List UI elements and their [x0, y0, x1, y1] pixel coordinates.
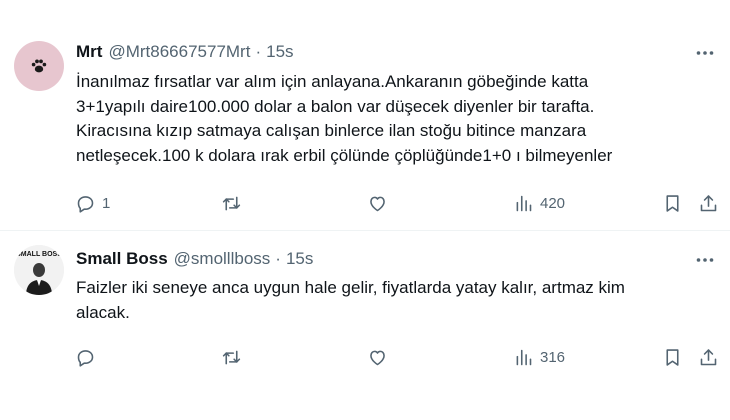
more-icon — [696, 258, 714, 262]
avatar-image: SMALL BOSS — [14, 245, 64, 295]
action-bar: 316 — [0, 345, 730, 369]
share-icon — [700, 348, 717, 365]
more-options-button[interactable] — [694, 249, 716, 271]
share-button[interactable] — [698, 191, 719, 215]
tweet-text-line: Faizler iki seneye anca uygun hale gelir… — [76, 278, 625, 297]
like-button[interactable] — [367, 345, 394, 369]
bookmark-icon — [666, 348, 679, 366]
avatar[interactable] — [14, 41, 64, 91]
tweet-text-line: 3+1yapılı daire100.000 dolar a balon var… — [76, 96, 595, 116]
timestamp[interactable]: 15s — [286, 249, 313, 269]
heart-icon — [370, 196, 385, 211]
views-button[interactable]: 420 — [513, 191, 565, 215]
view-count: 420 — [540, 194, 566, 212]
paw-icon — [31, 59, 47, 73]
tweet-text-line: Kiracısına kızıp satmaya calışan binlerc… — [76, 121, 587, 140]
like-button[interactable] — [367, 191, 394, 215]
bookmark-button[interactable] — [662, 191, 683, 215]
action-bar: 1 420 — [0, 191, 730, 215]
tweet[interactable]: SMALL BOSS Small Boss @smolllboss · 15s … — [0, 231, 730, 420]
author-name[interactable]: Mrt — [76, 42, 102, 62]
separator-dot: · — [255, 42, 262, 61]
separator-dot: · — [275, 249, 281, 268]
share-button[interactable] — [698, 345, 719, 369]
heart-icon — [370, 350, 385, 365]
reply-button[interactable]: 1 — [75, 191, 110, 215]
more-icon — [696, 51, 714, 55]
retweet-button[interactable] — [221, 191, 248, 215]
avatar[interactable]: SMALL BOSS — [14, 245, 64, 295]
author-handle[interactable]: @smolllboss — [174, 249, 271, 269]
share-icon — [700, 194, 717, 211]
retweet-icon — [222, 196, 241, 210]
tweet-text: Faizler iki seneye anca uygun hale gelir… — [76, 276, 716, 325]
more-options-button[interactable] — [694, 42, 716, 64]
tweet-header: Small Boss @smolllboss · 15s — [76, 249, 313, 271]
tweet-text-line: İnanılmaz fırsatlar var alım için anlaya… — [76, 72, 589, 91]
retweet-icon — [222, 350, 241, 364]
views-button[interactable]: 316 — [513, 345, 565, 369]
views-icon — [516, 349, 532, 365]
tweet-text-line: netleşecek.100 k dolara ırak erbil çölün… — [76, 145, 613, 165]
views-icon — [516, 195, 532, 211]
reply-icon — [77, 195, 94, 213]
bookmark-icon — [666, 194, 679, 212]
tweet-text-line: alacak. — [76, 302, 130, 322]
tweet-header: Mrt @Mrt86667577Mrt · 15s — [76, 42, 294, 64]
author-name[interactable]: Small Boss — [76, 249, 168, 269]
reply-icon — [77, 349, 94, 367]
svg-text:SMALL BOSS: SMALL BOSS — [16, 251, 62, 258]
timestamp[interactable]: 15s — [266, 42, 293, 62]
tweet[interactable]: Mrt @Mrt86667577Mrt · 15s İnanılmaz fırs… — [0, 0, 730, 231]
tweet-text: İnanılmaz fırsatlar var alım için anlaya… — [76, 70, 716, 168]
author-handle[interactable]: @Mrt86667577Mrt — [108, 42, 250, 62]
retweet-button[interactable] — [221, 345, 248, 369]
bookmark-button[interactable] — [662, 345, 683, 369]
reply-count: 1 — [102, 194, 111, 212]
reply-button[interactable] — [75, 345, 102, 369]
view-count: 316 — [540, 348, 566, 366]
